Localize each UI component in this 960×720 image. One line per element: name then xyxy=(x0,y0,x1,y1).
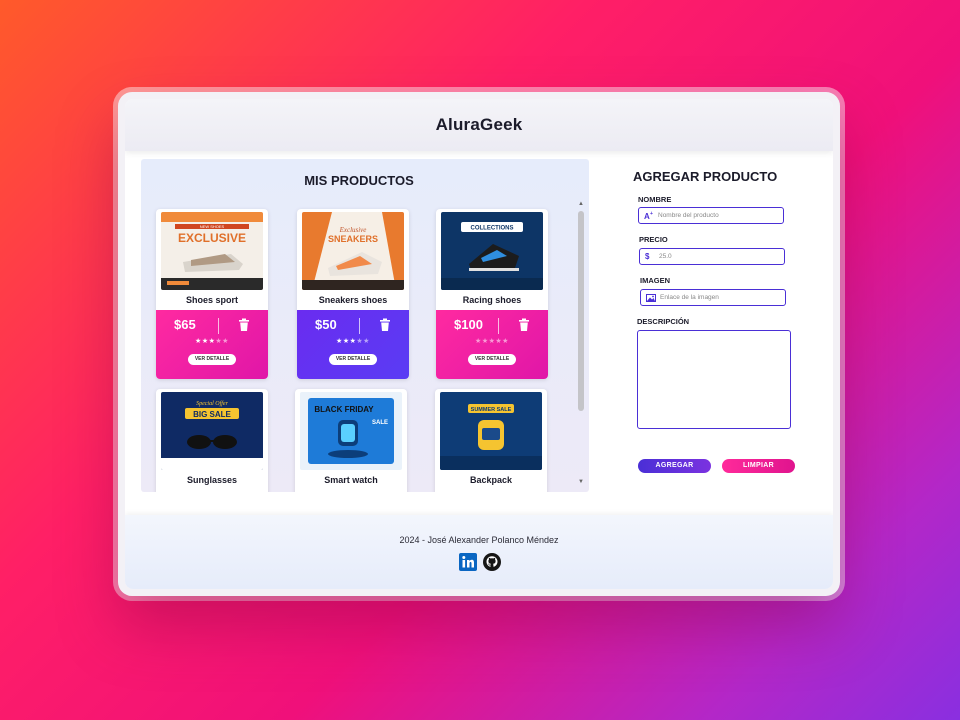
app-screen: AluraGeek MIS PRODUCTOS NEW SHOES EXCLUS… xyxy=(125,99,833,589)
view-detail-button[interactable]: VER DETALLE xyxy=(188,354,236,365)
scroll-thumb[interactable] xyxy=(578,211,584,411)
image-label: IMAGEN xyxy=(640,276,670,285)
price-divider xyxy=(498,318,499,334)
product-card-footer: $50 ★★★★★ VER DETALLE xyxy=(297,310,409,379)
product-price: $100 xyxy=(454,317,483,332)
name-label: NOMBRE xyxy=(638,195,672,204)
clear-form-button[interactable]: LIMPIAR xyxy=(722,459,795,473)
app-footer: 2024 - José Alexander Polanco Méndez xyxy=(125,515,833,589)
svg-text:Exclusive: Exclusive xyxy=(339,226,367,234)
product-price: $65 xyxy=(174,317,196,332)
description-label: DESCRIPCIÓN xyxy=(637,317,690,326)
products-scrollbar[interactable]: ▲ ▼ xyxy=(578,201,584,485)
app-header: AluraGeek xyxy=(125,99,833,151)
product-image: COLLECTIONS xyxy=(441,212,543,290)
name-placeholder: Nombre del producto xyxy=(658,212,719,219)
backpack-ad-image: SUMMER SALE xyxy=(440,392,542,470)
trash-icon[interactable] xyxy=(238,318,250,332)
product-name: Sneakers shoes xyxy=(318,295,388,305)
price-placeholder: 25.0 xyxy=(659,253,672,260)
product-card: NEW SHOES EXCLUSIVE Shoes sport $65 ★★★★… xyxy=(156,209,268,379)
sneakers-ad-image: Exclusive SNEAKERS xyxy=(302,212,404,290)
products-panel[interactable]: MIS PRODUCTOS NEW SHOES EXCLUSIVE Shoes … xyxy=(141,159,589,492)
image-icon xyxy=(646,293,656,302)
product-name: Racing shoes xyxy=(462,295,522,305)
linkedin-icon[interactable] xyxy=(459,553,477,571)
description-textarea[interactable] xyxy=(637,330,791,429)
product-image: NEW SHOES EXCLUSIVE xyxy=(161,212,263,290)
product-image: Special Offer BIG SALE xyxy=(161,392,263,470)
racing-shoes-ad-image: COLLECTIONS xyxy=(441,212,543,290)
product-card: Exclusive SNEAKERS Sneakers shoes $50 ★★… xyxy=(297,209,409,379)
ad-summer-sale-text: SUMMER SALE xyxy=(471,407,512,413)
scroll-up-arrow-icon[interactable]: ▲ xyxy=(578,201,584,207)
svg-text:+: + xyxy=(650,211,653,217)
product-card: SUMMER SALE Backpack xyxy=(435,389,547,492)
rating-stars: ★★★★★ xyxy=(336,338,370,345)
ad-sale-text: SALE xyxy=(372,420,388,426)
price-divider xyxy=(359,318,360,334)
form-title: AGREGAR PRODUCTO xyxy=(633,169,778,184)
product-card-footer: $65 ★★★★★ VER DETALLE xyxy=(156,310,268,379)
product-name: Backpack xyxy=(469,475,513,485)
product-image: BLACK FRIDAY SALE xyxy=(300,392,402,470)
sunglasses-ad-image: Special Offer BIG SALE xyxy=(161,392,263,470)
shoes-sport-ad-image: NEW SHOES EXCLUSIVE xyxy=(161,212,263,290)
image-url-input[interactable]: Enlace de la imagen xyxy=(640,289,786,306)
text-add-icon: A + xyxy=(644,211,653,220)
product-image: Exclusive SNEAKERS xyxy=(302,212,404,290)
trash-icon[interactable] xyxy=(379,318,391,332)
product-card: COLLECTIONS Racing shoes $100 ★★★★★ VER … xyxy=(436,209,548,379)
price-label: PRECIO xyxy=(639,235,668,244)
product-price: $50 xyxy=(315,317,337,332)
dollar-icon: $ xyxy=(645,252,650,261)
smart-watch-ad-image: BLACK FRIDAY SALE xyxy=(300,392,402,470)
product-name: Sunglasses xyxy=(186,475,238,485)
trash-icon[interactable] xyxy=(518,318,530,332)
ad-sneakers-text: SNEAKERS xyxy=(328,234,378,244)
scroll-down-arrow-icon[interactable]: ▼ xyxy=(578,479,584,485)
product-card-footer: $100 ★★★★★ VER DETALLE xyxy=(436,310,548,379)
product-image: SUMMER SALE xyxy=(440,392,542,470)
price-divider xyxy=(218,318,219,334)
add-product-form: AGREGAR PRODUCTO NOMBRE A + Nombre del p… xyxy=(603,159,823,489)
brand-logo-text[interactable]: AluraGeek xyxy=(436,115,523,135)
name-input[interactable]: A + Nombre del producto xyxy=(638,207,784,224)
products-title: MIS PRODUCTOS xyxy=(304,173,414,188)
rating-stars: ★★★★★ xyxy=(195,338,229,345)
ad-big-sale-text: BIG SALE xyxy=(193,410,231,419)
product-card: Special Offer BIG SALE Sunglasses xyxy=(156,389,268,492)
ad-black-friday-text: BLACK FRIDAY xyxy=(314,405,374,414)
view-detail-button[interactable]: VER DETALLE xyxy=(468,354,516,365)
ad-exclusive-text: EXCLUSIVE xyxy=(178,231,246,245)
ad-new-shoes-text: NEW SHOES xyxy=(200,224,225,229)
ad-collections-text: COLLECTIONS xyxy=(471,226,514,232)
image-url-placeholder: Enlace de la imagen xyxy=(660,294,719,301)
device-frame: AluraGeek MIS PRODUCTOS NEW SHOES EXCLUS… xyxy=(118,92,840,596)
product-name: Smart watch xyxy=(324,475,378,485)
price-input[interactable]: $ 25.0 xyxy=(639,248,785,265)
add-product-button[interactable]: AGREGAR xyxy=(638,459,711,473)
product-name: Shoes sport xyxy=(185,295,238,305)
rating-stars: ★★★★★ xyxy=(475,338,509,345)
github-icon[interactable] xyxy=(483,553,501,571)
product-card: BLACK FRIDAY SALE Smart watch xyxy=(295,389,407,492)
ad-special-offer-text: Special Offer xyxy=(196,400,228,407)
view-detail-button[interactable]: VER DETALLE xyxy=(329,354,377,365)
footer-credit: 2024 - José Alexander Polanco Méndez xyxy=(399,535,559,545)
